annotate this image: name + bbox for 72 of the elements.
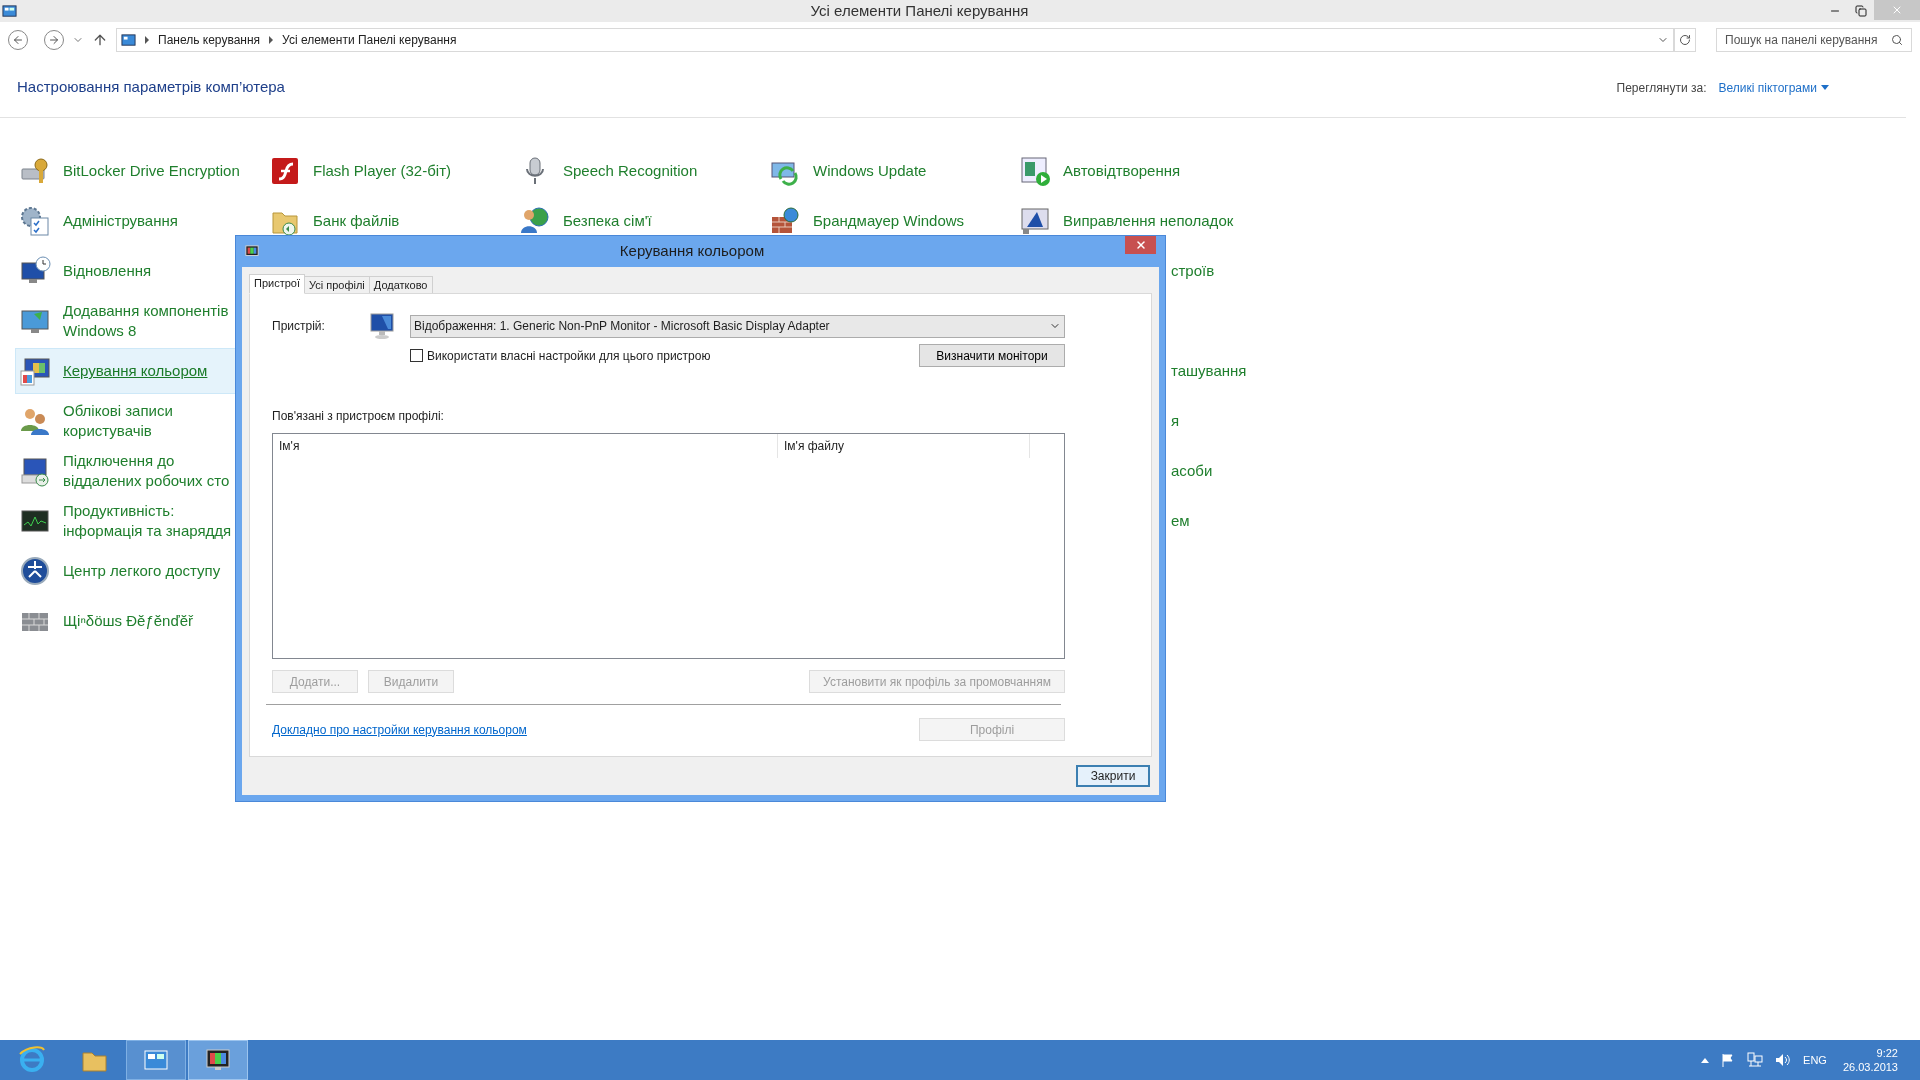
- control-panel-item[interactable]: Flash Player (32-біт): [265, 148, 515, 194]
- flag-icon[interactable]: [1721, 1053, 1736, 1067]
- tab[interactable]: Усі профілі: [304, 276, 370, 294]
- volume-icon[interactable]: [1775, 1052, 1792, 1068]
- device-dropdown[interactable]: Відображення: 1. Generic Non-PnP Monitor - Microsoft Basic Display Adapter: [410, 314, 1065, 338]
- control-panel-item[interactable]: Щіⁿδöшs Đĕƒĕnďĕř: [15, 598, 265, 644]
- control-panel-item[interactable]: Підключення до віддалених робочих сто: [15, 448, 265, 494]
- clock[interactable]: 9:22 26.03.2013: [1842, 1046, 1898, 1074]
- refresh-icon: [1679, 34, 1691, 46]
- dialog-title: Керування кольором: [619, 241, 765, 262]
- control-panel-item[interactable]: Адміністрування: [15, 198, 265, 244]
- control-panel-item[interactable]: Брандмауер Windows: [765, 198, 1015, 244]
- refresh-button[interactable]: [1674, 28, 1696, 52]
- monitor-colors-icon: [19, 355, 51, 387]
- control-panel-item[interactable]: Автовідтворення: [1015, 148, 1265, 194]
- control-panel-item[interactable]: ташування: [1171, 359, 1247, 383]
- search-icon[interactable]: [1891, 34, 1903, 46]
- help-link[interactable]: Докладно про настройки керування кольором: [272, 720, 527, 739]
- accessibility-icon: [19, 555, 51, 587]
- monitor-icon: [368, 312, 396, 340]
- control-panel-icon: [121, 32, 136, 48]
- control-panel-item[interactable]: Виправлення неполадок: [1015, 198, 1265, 244]
- monitor-colors-icon: [245, 244, 259, 259]
- gear-checklist-icon: [19, 205, 51, 237]
- control-panel-item[interactable]: Продуктивність: інформація та знаряддя: [15, 498, 265, 544]
- network-icon[interactable]: [1747, 1052, 1764, 1068]
- tab[interactable]: Пристрої: [249, 274, 305, 294]
- view-mode-dropdown[interactable]: Великі піктограми: [1718, 78, 1829, 97]
- control-panel-item[interactable]: BitLocker Drive Encryption: [15, 148, 265, 194]
- close-icon: [1134, 239, 1147, 251]
- control-panel-item[interactable]: Speech Recognition: [515, 148, 765, 194]
- browser-icon: [18, 1046, 46, 1074]
- chevron-right-icon[interactable]: [268, 36, 275, 44]
- control-panel-item[interactable]: асоби: [1171, 459, 1213, 483]
- page-heading: Настроювання параметрів комп’ютера: [17, 77, 285, 98]
- address-field[interactable]: Панель керування Усі елементи Панелі керування: [116, 28, 1674, 52]
- monitor-network-icon: [19, 455, 51, 487]
- taskbar-button[interactable]: [188, 1040, 248, 1080]
- control-panel-icon: [2, 3, 17, 19]
- search-field[interactable]: Пошук на панелі керування: [1716, 28, 1912, 52]
- window-title: Усі елементи Панелі керування: [810, 0, 1029, 21]
- forward-arrow-icon: [48, 34, 60, 46]
- identify-monitors-button[interactable]: Визначити монітори: [919, 344, 1065, 367]
- control-panel-item[interactable]: Додавання компонентів Windows 8: [15, 298, 265, 344]
- up-icon[interactable]: [92, 32, 108, 48]
- custom-settings-checkbox[interactable]: Використати власні настройки для цього пристрою: [410, 346, 711, 365]
- control-panel-item[interactable]: Центр легкого доступу: [15, 548, 265, 594]
- control-panel-item[interactable]: ем: [1171, 509, 1190, 533]
- control-panel-item[interactable]: Облікові записи користувачів: [15, 398, 265, 444]
- monitor-tools-icon: [1019, 205, 1051, 237]
- close-dialog-button[interactable]: Закрити: [1076, 765, 1150, 787]
- control-panel-item[interactable]: Безпека сім'ї: [515, 198, 765, 244]
- control-panel-item[interactable]: Windows Update: [765, 148, 1015, 194]
- flash-icon: [269, 155, 301, 187]
- column-header[interactable]: Ім'я файлу: [778, 434, 1030, 458]
- control-panel-item[interactable]: Банк файлів: [265, 198, 515, 244]
- profiles-label: Пов'язані з пристроєм профілі:: [272, 408, 445, 425]
- control-panel-item[interactable]: я: [1171, 409, 1180, 433]
- close-icon: [1891, 4, 1903, 16]
- column-header[interactable]: Ім'я: [273, 434, 778, 458]
- caret-icon: [1821, 85, 1829, 90]
- device-label: Пристрій:: [272, 318, 326, 335]
- language-indicator[interactable]: ENG: [1803, 1051, 1827, 1069]
- show-hidden-icons-icon[interactable]: [1701, 1057, 1710, 1063]
- view-by-label: Переглянути за:: [1616, 79, 1707, 97]
- window-play-icon: [1019, 155, 1051, 187]
- restore-icon: [1855, 5, 1867, 17]
- control-panel-item[interactable]: строїв: [1171, 259, 1215, 283]
- chevron-right-icon[interactable]: [144, 36, 150, 44]
- back-arrow-icon: [12, 34, 24, 46]
- tab[interactable]: Додатково: [368, 276, 433, 294]
- close-button[interactable]: [1125, 236, 1156, 254]
